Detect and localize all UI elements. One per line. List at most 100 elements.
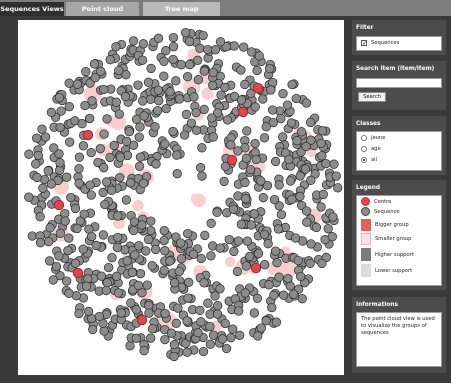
sequence-point[interactable]: [265, 63, 275, 74]
sequence-point[interactable]: [296, 271, 306, 282]
sequence-point[interactable]: [266, 85, 276, 95]
sequence-point[interactable]: [32, 172, 42, 183]
sequence-point[interactable]: [105, 55, 115, 65]
sequence-point[interactable]: [210, 45, 221, 55]
sequence-point[interactable]: [106, 185, 117, 195]
sequence-point[interactable]: [139, 111, 149, 121]
sequence-point[interactable]: [168, 32, 179, 43]
sequence-point[interactable]: [245, 164, 256, 175]
sequence-point[interactable]: [87, 231, 97, 242]
sequence-point[interactable]: [236, 95, 247, 105]
sequence-point[interactable]: [74, 178, 84, 188]
sequence-point[interactable]: [193, 75, 204, 85]
sequence-point[interactable]: [253, 331, 263, 341]
sequence-point[interactable]: [38, 183, 48, 193]
centre-point[interactable]: [136, 314, 148, 326]
sequence-point[interactable]: [205, 321, 215, 332]
sequence-point[interactable]: [120, 91, 131, 102]
sequence-point[interactable]: [99, 326, 109, 336]
sequence-point[interactable]: [242, 126, 252, 136]
sequence-point[interactable]: [131, 333, 141, 343]
sequence-point[interactable]: [165, 87, 175, 97]
sequence-point[interactable]: [285, 176, 296, 186]
sequence-point[interactable]: [249, 308, 260, 318]
sequence-point[interactable]: [111, 42, 121, 52]
sequence-point[interactable]: [236, 219, 247, 229]
sequence-point[interactable]: [252, 293, 263, 303]
sequence-point[interactable]: [195, 163, 206, 173]
sequence-point[interactable]: [138, 39, 149, 49]
sequence-point[interactable]: [142, 280, 152, 290]
sequence-point[interactable]: [183, 293, 193, 303]
sequence-point[interactable]: [86, 147, 96, 158]
sequence-point[interactable]: [269, 194, 280, 205]
sequence-point[interactable]: [78, 141, 89, 151]
sequence-point[interactable]: [259, 229, 270, 240]
sequence-point[interactable]: [184, 36, 195, 47]
sequence-point[interactable]: [276, 113, 286, 124]
class-option-age[interactable]: age: [361, 146, 381, 152]
sequence-point[interactable]: [131, 305, 142, 315]
sequence-point[interactable]: [267, 105, 278, 115]
sequence-point[interactable]: [174, 94, 185, 104]
sequence-point[interactable]: [109, 140, 119, 151]
sequence-point[interactable]: [197, 143, 207, 153]
sequence-point[interactable]: [85, 113, 95, 124]
sequence-point[interactable]: [147, 261, 157, 271]
point-cloud-plot[interactable]: [18, 20, 344, 375]
sequence-point[interactable]: [130, 250, 140, 260]
sequence-point[interactable]: [270, 156, 281, 167]
centre-point[interactable]: [72, 267, 84, 279]
sequence-point[interactable]: [80, 100, 90, 111]
sequence-point[interactable]: [242, 236, 252, 246]
sequence-point[interactable]: [261, 122, 271, 132]
sequence-point[interactable]: [135, 122, 145, 132]
sequence-point[interactable]: [301, 141, 311, 152]
sequence-point[interactable]: [224, 234, 234, 245]
sequence-point[interactable]: [179, 130, 190, 140]
sequence-point[interactable]: [78, 244, 88, 254]
sequence-point[interactable]: [147, 324, 158, 334]
sequence-point[interactable]: [166, 328, 177, 338]
sequence-point[interactable]: [113, 232, 123, 243]
sequence-point[interactable]: [302, 217, 312, 227]
sequence-point[interactable]: [159, 226, 169, 236]
centre-point[interactable]: [250, 262, 262, 274]
sequence-point[interactable]: [105, 152, 115, 163]
sequence-point[interactable]: [102, 114, 112, 124]
sequence-point[interactable]: [125, 341, 135, 351]
sequence-point[interactable]: [24, 149, 34, 159]
sequence-point[interactable]: [291, 93, 301, 104]
sequence-point[interactable]: [250, 138, 260, 149]
sequence-point[interactable]: [172, 169, 182, 179]
sequence-point[interactable]: [226, 140, 236, 150]
sequence-point[interactable]: [233, 236, 244, 246]
sequence-point[interactable]: [145, 94, 156, 104]
sequence-point[interactable]: [293, 255, 303, 266]
sequence-point[interactable]: [70, 203, 81, 214]
sequence-point[interactable]: [96, 271, 107, 281]
sequence-point[interactable]: [193, 55, 203, 65]
sequence-point[interactable]: [283, 273, 293, 284]
sequence-point[interactable]: [168, 54, 178, 65]
sequence-point[interactable]: [115, 172, 125, 183]
centre-point[interactable]: [252, 82, 264, 94]
sequence-point[interactable]: [246, 47, 257, 57]
sequence-point[interactable]: [146, 63, 156, 74]
sequence-point[interactable]: [72, 223, 82, 234]
tab-tree-map[interactable]: Tree map: [143, 2, 220, 16]
sequence-point[interactable]: [264, 280, 274, 290]
sequence-point[interactable]: [160, 246, 170, 256]
sequence-point[interactable]: [203, 298, 213, 308]
sequence-point[interactable]: [176, 238, 186, 248]
sequence-point[interactable]: [249, 209, 259, 219]
sequence-point[interactable]: [208, 330, 219, 340]
sequence-point[interactable]: [64, 78, 74, 88]
sequence-point[interactable]: [212, 309, 223, 319]
sequence-point[interactable]: [286, 118, 297, 128]
sequence-point[interactable]: [112, 242, 123, 253]
sequence-point[interactable]: [221, 343, 232, 354]
sequence-point[interactable]: [282, 100, 293, 110]
sequence-point[interactable]: [70, 258, 81, 268]
sequence-point[interactable]: [246, 220, 257, 230]
